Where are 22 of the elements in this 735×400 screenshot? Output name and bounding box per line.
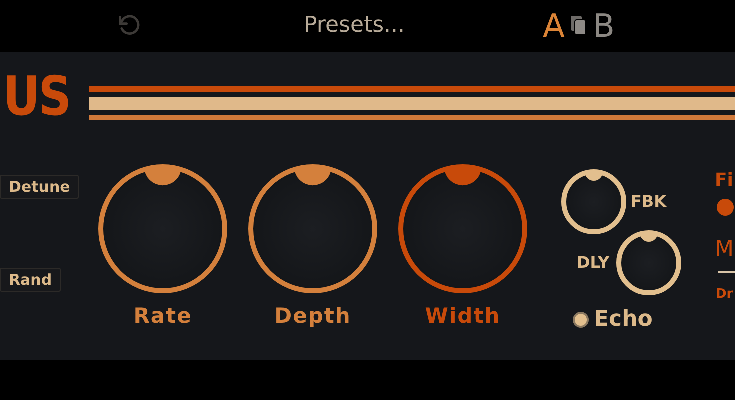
knob[interactable] (398, 164, 528, 294)
filter-indicator[interactable] (717, 199, 734, 216)
knob-label: Width (425, 306, 501, 327)
presets-button[interactable]: Presets... (304, 15, 406, 37)
preset-slot-tab[interactable]: A (543, 10, 565, 42)
section-label: Fi (715, 172, 734, 190)
preset-slot-tab[interactable]: B (592, 10, 615, 42)
knob-label: DLY (577, 252, 610, 274)
plugin-title: US (3, 70, 71, 124)
feedback-knob[interactable] (561, 169, 627, 235)
slider-label: Dr (716, 288, 734, 301)
knob-label: Depth (274, 306, 352, 327)
knob-label: FBK (631, 191, 667, 213)
delay-knob[interactable] (616, 230, 682, 296)
echo-toggle[interactable]: Echo (573, 309, 653, 331)
knob[interactable] (98, 164, 228, 294)
copy-icon[interactable] (570, 16, 587, 36)
knob[interactable] (248, 164, 378, 294)
section-label: M (715, 239, 734, 261)
detune-button[interactable]: Detune (0, 175, 80, 199)
knob-label: Rate (134, 306, 192, 327)
rand-button[interactable]: Rand (0, 268, 62, 292)
